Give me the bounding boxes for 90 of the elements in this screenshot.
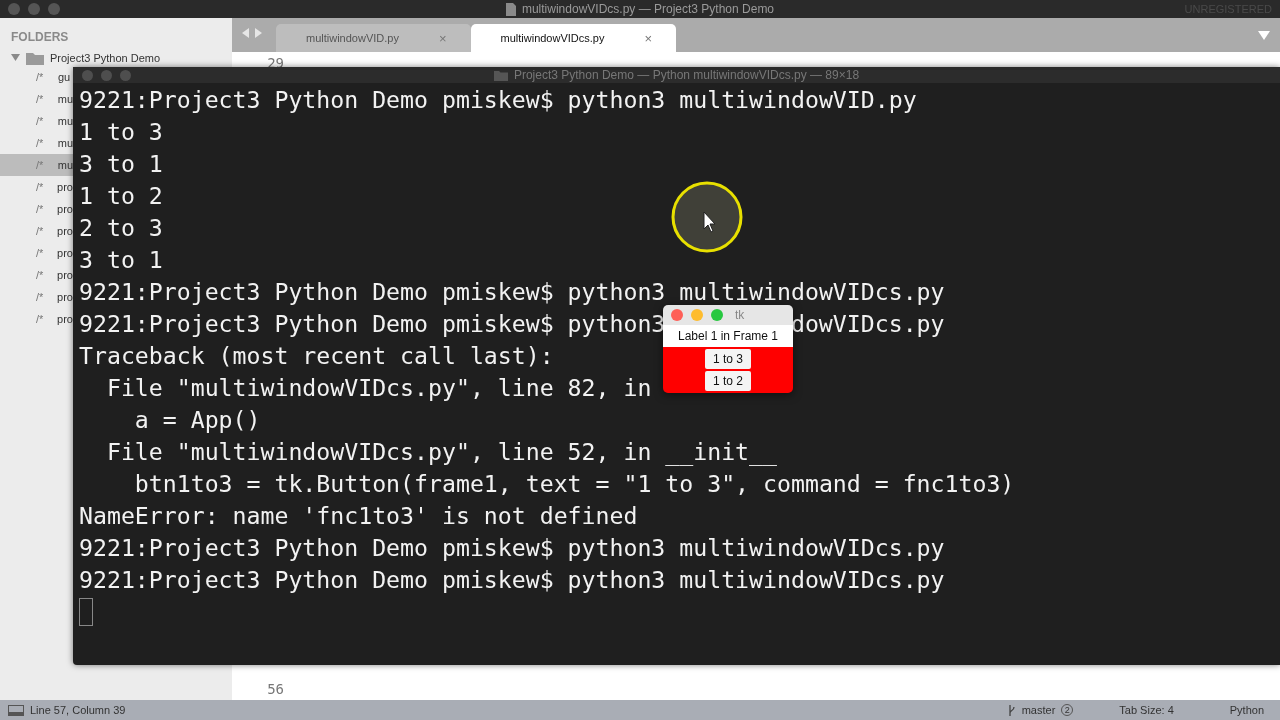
file-name: pro bbox=[57, 269, 73, 281]
window-title: tk bbox=[735, 308, 745, 322]
window-control[interactable] bbox=[8, 3, 20, 15]
file-name: pro bbox=[57, 181, 73, 193]
folder-icon bbox=[493, 69, 508, 81]
terminal-line: dowVIDcs.py bbox=[790, 309, 945, 339]
file-icon: /* bbox=[36, 181, 50, 193]
terminal-line: 9221:Project3 Python Demo pmiskew$ python3 multiwindowVIDcs.py bbox=[79, 533, 945, 563]
terminal-line: 1 to 3 bbox=[79, 117, 163, 147]
file-name: pro bbox=[57, 225, 73, 237]
file-icon: /* bbox=[36, 291, 50, 303]
window-control[interactable] bbox=[48, 3, 60, 15]
window-control[interactable] bbox=[711, 309, 723, 321]
sidebar-item[interactable]: /* gu bbox=[0, 66, 73, 88]
terminal-line: 9221:Project3 Python Demo pmiskew$ python3 multiwindowVIDcs.py bbox=[79, 277, 945, 307]
terminal-line: 1 to 2 bbox=[79, 181, 163, 211]
file-name: pro bbox=[57, 247, 73, 259]
file-name: mu bbox=[57, 93, 73, 105]
file-icon: /* bbox=[36, 93, 50, 105]
file-name: mu bbox=[57, 115, 73, 127]
cursor-position: Line 57, Column 39 bbox=[30, 704, 126, 716]
window-control[interactable] bbox=[82, 69, 93, 81]
window-control[interactable] bbox=[101, 69, 112, 81]
file-icon: /* bbox=[36, 159, 50, 171]
file-icon: /* bbox=[36, 313, 50, 325]
file-icon: /* bbox=[36, 269, 50, 281]
line-number: 56 bbox=[266, 681, 284, 697]
terminal-line: btn1to3 = tk.Button(frame1, text = "1 to 3", command = fnc1to3) bbox=[133, 469, 1015, 499]
tk-button[interactable]: 1 to 3 bbox=[705, 349, 751, 369]
sidebar-item[interactable]: /* pro bbox=[0, 286, 73, 308]
forward-icon bbox=[255, 28, 262, 38]
tab-size[interactable]: Tab Size: 4 bbox=[1119, 704, 1174, 716]
sidebar-item[interactable]: /* pro bbox=[0, 308, 73, 330]
tab[interactable]: multiwindowVIDcs.py × bbox=[470, 24, 677, 52]
sidebar-heading: FOLDERS bbox=[10, 29, 70, 46]
close-icon[interactable]: × bbox=[644, 30, 653, 46]
file-icon: /* bbox=[36, 115, 50, 127]
sidebar-item[interactable]: /* pro bbox=[0, 242, 73, 264]
terminal-line: File "multiwindowVIDcs.py", line 82, in bbox=[105, 373, 652, 403]
sidebar-item[interactable]: /* mu bbox=[0, 88, 73, 110]
sidebar-item[interactable]: /* mu bbox=[0, 154, 73, 176]
file-icon: /* bbox=[36, 225, 50, 237]
panel-icon bbox=[8, 704, 24, 716]
window-title: Project3 Python Demo — Python multiwindowVIDcs.py — 89×18 bbox=[513, 68, 860, 82]
terminal-line: NameError: name 'fnc1to3' is not defined bbox=[79, 501, 638, 531]
text-cursor-icon bbox=[79, 598, 93, 626]
tk-button[interactable]: 1 to 2 bbox=[705, 371, 751, 391]
file-icon bbox=[505, 2, 516, 16]
terminal-line: 2 to 3 bbox=[79, 213, 163, 243]
file-name: mu bbox=[57, 159, 73, 171]
sidebar-item[interactable]: /* mu bbox=[0, 110, 73, 132]
window-control[interactable] bbox=[120, 69, 131, 81]
file-name: pro bbox=[57, 291, 73, 303]
branch-name[interactable]: master bbox=[1021, 704, 1056, 716]
terminal-line: 3 to 1 bbox=[79, 149, 163, 179]
syntax-mode[interactable]: Python bbox=[1229, 704, 1264, 716]
window-title: multiwindowVIDcs.py — Project3 Python Demo bbox=[521, 2, 775, 16]
file-icon: /* bbox=[36, 137, 50, 149]
frame-label: Label 1 in Frame 1 bbox=[663, 325, 793, 347]
terminal-line: 3 to 1 bbox=[79, 245, 163, 275]
file-name: gu bbox=[58, 71, 71, 83]
folder-name[interactable]: Project3 Python Demo bbox=[50, 51, 161, 64]
terminal-line: 9221:Project3 Python Demo pmiskew$ python3 multiwindowVID.py bbox=[79, 85, 917, 115]
file-icon: /* bbox=[36, 71, 50, 83]
dropdown-icon bbox=[1258, 30, 1270, 40]
terminal-line: 9221:Project3 Python Demo pmiskew$ python3 multiwindowVIDcs.py bbox=[79, 565, 945, 595]
sidebar-item[interactable]: /* pro bbox=[0, 198, 73, 220]
terminal-line: File "multiwindowVIDcs.py", line 52, in __init__ bbox=[105, 437, 777, 468]
file-name: pro bbox=[57, 203, 73, 215]
window-control[interactable] bbox=[28, 3, 40, 15]
window-control[interactable] bbox=[691, 309, 703, 321]
tab-label: multiwindowVID.py bbox=[306, 32, 399, 44]
window-control[interactable] bbox=[671, 309, 683, 321]
tab[interactable]: multiwindowVID.py × bbox=[276, 24, 471, 52]
file-icon: /* bbox=[36, 247, 50, 259]
sidebar-item[interactable]: /* pro bbox=[0, 264, 73, 286]
tab-label: multiwindowVIDcs.py bbox=[500, 32, 605, 44]
file-icon: /* bbox=[36, 203, 50, 215]
terminal-line: Traceback (most recent call last): bbox=[79, 341, 554, 371]
branch-icon bbox=[1007, 704, 1016, 716]
terminal-line: 9221:Project3 Python Demo pmiskew$ python3 bbox=[79, 309, 666, 339]
file-name: pro bbox=[57, 313, 73, 325]
folder-icon bbox=[26, 50, 44, 65]
sidebar-item[interactable]: /* pro bbox=[0, 220, 73, 242]
sidebar-item[interactable]: /* pro bbox=[0, 176, 73, 198]
sidebar-item[interactable]: /* mu bbox=[0, 132, 73, 154]
cursor-icon bbox=[670, 180, 744, 254]
back-icon bbox=[242, 28, 249, 38]
terminal-line: a = App() bbox=[133, 405, 261, 435]
file-name: mu bbox=[57, 137, 73, 149]
